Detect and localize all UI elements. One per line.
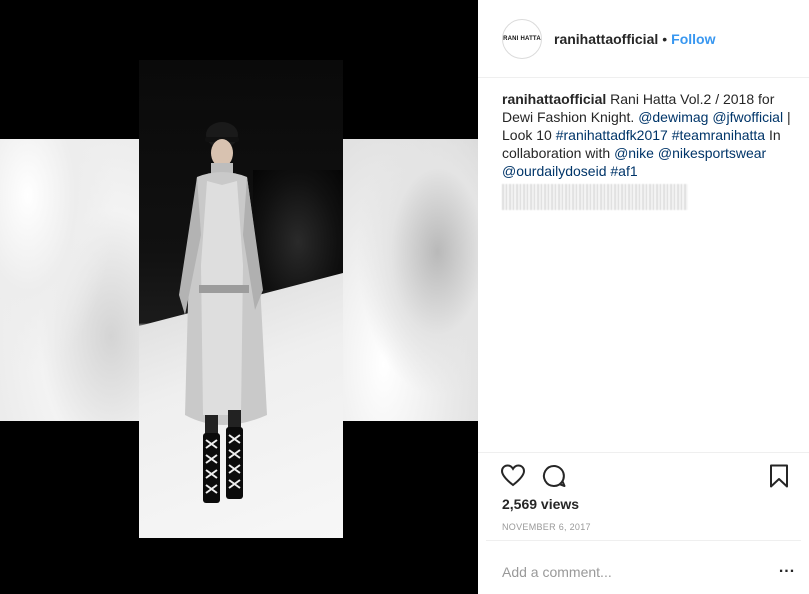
follow-button[interactable]: Follow	[671, 31, 715, 47]
header-username[interactable]: ranihattaofficial	[554, 31, 658, 47]
avatar-logo-text: RANI HATTA	[503, 35, 541, 42]
mention-link[interactable]: @jfwofficial	[712, 109, 783, 125]
bookmark-icon[interactable]	[766, 463, 792, 489]
backdrop-panel-right	[343, 139, 478, 421]
post-caption: ranihattaofficial Rani Hatta Vol.2 / 201…	[502, 90, 794, 210]
mention-link[interactable]: @nike	[614, 145, 654, 161]
backdrop-panel-left	[0, 139, 139, 421]
runway-model-figure	[179, 122, 267, 503]
more-options-icon[interactable]: ...	[777, 560, 797, 579]
post-sidebar: RANI HATTA ranihattaofficial • Follow ra…	[478, 0, 809, 594]
mention-link[interactable]: @dewimag	[638, 109, 708, 125]
header-separator: •	[662, 30, 668, 47]
comment-bubble-icon[interactable]	[541, 463, 567, 489]
runway-video-frame	[139, 60, 343, 538]
hashtag-link[interactable]: #teamranihatta	[672, 127, 765, 143]
comment-section: ...	[486, 540, 801, 594]
action-bar	[478, 452, 809, 492]
view-count[interactable]: 2,569 views	[502, 496, 579, 512]
hashtag-link[interactable]: #ranihattadfk2017	[556, 127, 668, 143]
post-header: RANI HATTA ranihattaofficial • Follow	[478, 0, 809, 78]
blurred-comment	[502, 184, 688, 210]
mention-link[interactable]: @nikesportswear	[658, 145, 766, 161]
caption-username[interactable]: ranihattaofficial	[502, 91, 606, 107]
avatar[interactable]: RANI HATTA	[502, 18, 542, 59]
post-media[interactable]	[0, 0, 478, 594]
heart-icon[interactable]	[500, 463, 526, 489]
comment-input[interactable]	[502, 563, 752, 581]
post-date[interactable]: NOVEMBER 6, 2017	[502, 522, 591, 532]
mention-link[interactable]: @ourdailydoseid	[502, 163, 607, 179]
hashtag-link[interactable]: #af1	[610, 163, 637, 179]
